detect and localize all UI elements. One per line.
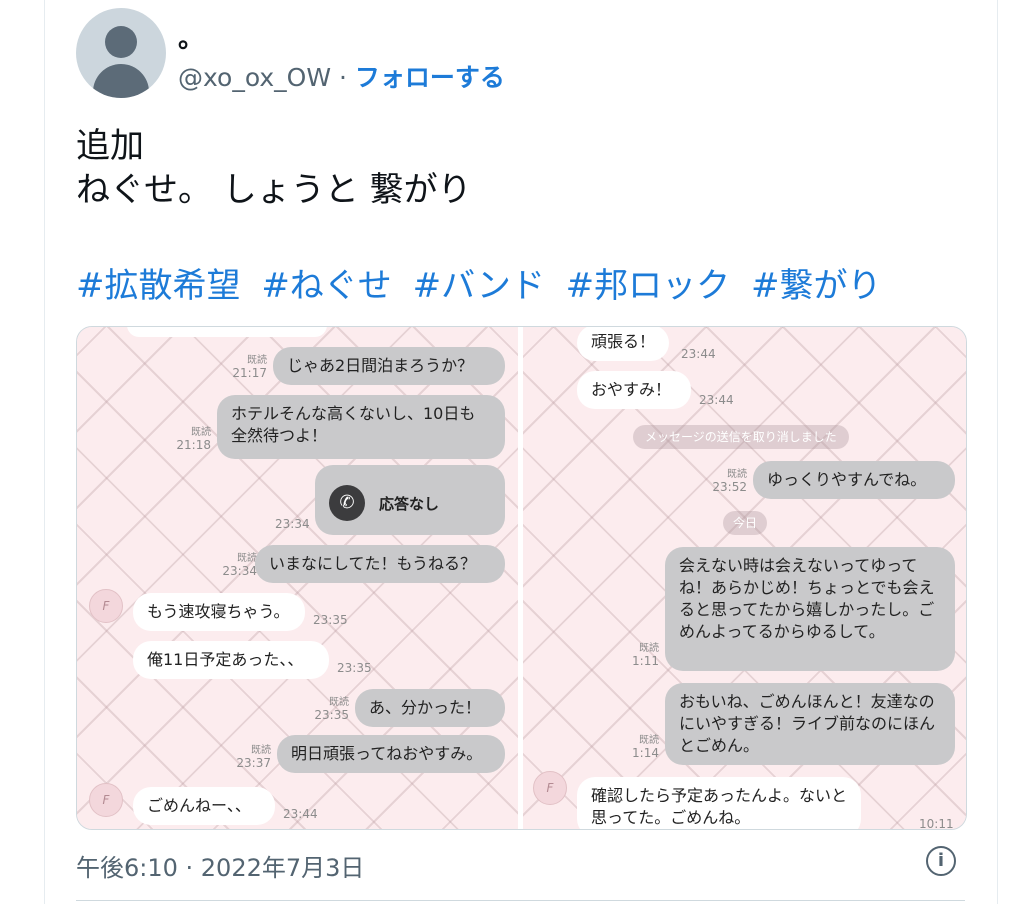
partner-avatar: F bbox=[533, 771, 567, 805]
user-handle[interactable]: @xo_ox_OW bbox=[178, 63, 331, 92]
message-time: 23:44 bbox=[699, 393, 734, 407]
tweet-media[interactable]: 既読 21:17 じゃあ2日間泊まろうか？ 既読 21:18 ホテルそんな高くないし… bbox=[76, 326, 967, 830]
message-time: 23:44 bbox=[681, 347, 716, 361]
chat-bubble-received: もう速攻寝ちゃう。 bbox=[133, 593, 305, 631]
date-divider: 今日 bbox=[723, 511, 768, 535]
hashtag-link[interactable]: #バンド bbox=[413, 266, 545, 306]
read-receipt: 既読 1:11 bbox=[632, 643, 659, 668]
hashtag-list: #拡散希望 #ねぐせ #バンド #邦ロック #繋がり bbox=[76, 258, 891, 307]
chat-bubble-received: 確認したら予定あったんよ。ないと思ってた。ごめんね。 bbox=[577, 777, 861, 829]
message-time: 23:44 bbox=[283, 807, 318, 821]
read-receipt: 既読 21:17 bbox=[232, 355, 267, 380]
chat-screenshot-left[interactable]: 既読 21:17 じゃあ2日間泊まろうか？ 既読 21:18 ホテルそんな高くないし… bbox=[77, 327, 518, 829]
info-icon[interactable]: i bbox=[926, 846, 956, 876]
read-receipt: 既読 21:18 bbox=[176, 427, 211, 452]
chat-bubble-partial bbox=[127, 327, 327, 337]
divider-line bbox=[76, 900, 965, 901]
chat-bubble-sent: あ、分かった！ bbox=[355, 689, 505, 727]
missed-call-bubble: ✆ 応答なし bbox=[315, 465, 505, 535]
chat-bubble-sent: いまなにしてた！もうねる？ bbox=[255, 545, 505, 583]
avatar-head-shape bbox=[105, 26, 137, 58]
follow-button[interactable]: フォローする bbox=[355, 63, 505, 92]
chat-bubble-sent: 明日頑張ってねおやすみ。 bbox=[277, 735, 505, 773]
chat-bubble-received: 頑張る！ bbox=[577, 327, 669, 361]
chat-bubble-sent: じゃあ2日間泊まろうか？ bbox=[273, 347, 505, 385]
hashtag-link[interactable]: #拡散希望 bbox=[76, 266, 241, 306]
chat-bubble-sent: 会えない時は会えないってゆってね！あらかじめ！ちょっとでも会えると思ってたから嬉… bbox=[665, 547, 955, 671]
chat-bubble-sent: ホテルそんな高くないし、10日も全然待つよ！ bbox=[217, 395, 505, 459]
chat-bubble-sent: ゆっくりやすんでね。 bbox=[753, 461, 955, 499]
tweet-timestamp[interactable]: 午後6:10 · 2022年7月3日 bbox=[76, 848, 364, 883]
unsent-notice: メッセージの送信を取り消しました bbox=[633, 425, 849, 449]
read-receipt: 既読 23:34 bbox=[222, 553, 257, 578]
partner-avatar: F bbox=[89, 589, 123, 623]
chat-screenshot-right[interactable]: 頑張る！ 23:44 おやすみ！ 23:44 メッセージの送信を取り消しました … bbox=[523, 327, 966, 829]
chat-bubble-sent: おもいね、ごめんほんと！友達なのにいやすぎる！ライブ前なのにほんとごめん。 bbox=[665, 683, 955, 765]
read-receipt: 既読 23:37 bbox=[236, 745, 271, 770]
chat-bubble-received: おやすみ！ bbox=[577, 371, 691, 409]
read-receipt: 既読 23:52 bbox=[712, 469, 747, 494]
hashtag-link[interactable]: #ねぐせ bbox=[261, 266, 392, 306]
message-time: 23:35 bbox=[337, 661, 372, 675]
hashtag-link[interactable]: #繋がり bbox=[751, 266, 882, 306]
handle-row: @xo_ox_OW · フォローする bbox=[178, 58, 505, 94]
message-time: 23:34 bbox=[275, 517, 310, 531]
message-time: 23:35 bbox=[313, 613, 348, 627]
display-name[interactable]: 。 bbox=[178, 18, 204, 55]
read-receipt: 既読 23:35 bbox=[314, 697, 349, 722]
hashtag-link[interactable]: #邦ロック bbox=[566, 266, 731, 306]
avatar[interactable] bbox=[76, 8, 166, 98]
tweet-text: 追加 ねぐせ。 しょうと 繋がり bbox=[76, 124, 472, 212]
separator-dot: · bbox=[339, 63, 347, 92]
tweet-text-line-2: ねぐせ。 しょうと 繋がり bbox=[76, 170, 472, 210]
message-time: 10:11 bbox=[919, 817, 954, 829]
chat-bubble-received: 俺11日予定あった、、 bbox=[133, 641, 329, 679]
partner-avatar: F bbox=[89, 783, 123, 817]
phone-icon: ✆ bbox=[329, 485, 365, 521]
tweet-text-line-1: 追加 bbox=[76, 126, 144, 166]
avatar-body-shape bbox=[93, 64, 149, 98]
read-receipt: 既読 1:14 bbox=[632, 735, 659, 760]
chat-bubble-received: ごめんねー、、 bbox=[133, 787, 275, 825]
